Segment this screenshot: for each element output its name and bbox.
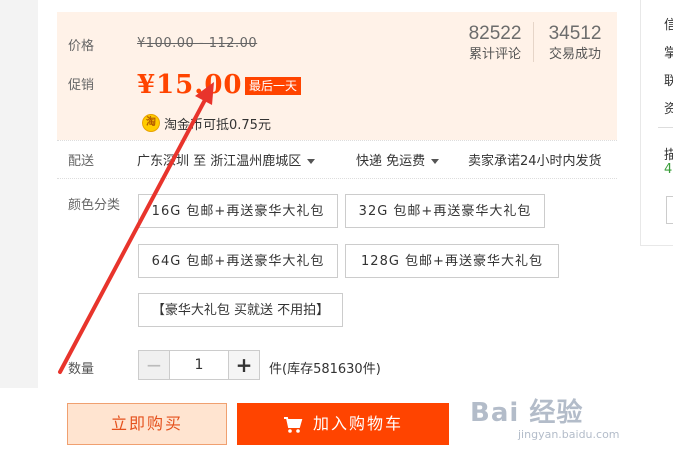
sidebar-rating: 4: [664, 162, 673, 177]
sidebar-button[interactable]: [666, 196, 673, 224]
buy-now-button[interactable]: 立即购买: [67, 403, 227, 445]
price-label: 价格: [68, 39, 95, 54]
shipping-promise: 卖家承诺24小时内发货: [468, 154, 602, 169]
quantity-decrement-button[interactable]: −: [138, 350, 170, 380]
shipping-location: 广东深圳 至 浙江温州鹿城区: [137, 154, 302, 169]
add-to-cart-label: 加入购物车: [312, 414, 403, 433]
sku-option-16g[interactable]: 16G 包邮+再送豪华大礼包: [138, 194, 338, 228]
review-count-stat[interactable]: 82522 累计评论: [462, 22, 528, 64]
deal-count-stat: 34512 交易成功: [542, 22, 608, 64]
shipping-method: 快递 免运费: [356, 154, 426, 169]
sidebar-text: 掌: [664, 46, 673, 61]
deal-count-label: 交易成功: [548, 47, 601, 62]
sidebar-text: 信: [664, 18, 673, 33]
promo-price: ¥15.00: [137, 70, 243, 100]
chevron-down-icon: [307, 159, 316, 164]
sku-option-gift-pack[interactable]: 【豪华大礼包 买就送 不用拍】: [138, 293, 343, 327]
cart-icon: [283, 416, 303, 433]
quantity-label: 数量: [68, 362, 95, 377]
sku-option-64g[interactable]: 64G 包邮+再送豪华大礼包: [138, 244, 338, 278]
promo-label: 促销: [68, 78, 95, 93]
shipping-method-dropdown[interactable]: 快递 免运费: [356, 150, 440, 169]
chevron-down-icon: [431, 159, 440, 164]
stock-text: 件(库存581630件): [269, 362, 381, 377]
sku-label: 颜色分类: [68, 198, 121, 213]
sidebar-text: 资: [664, 102, 673, 117]
taobao-coin-text: 淘金币可抵0.75元: [164, 118, 271, 133]
add-to-cart-button[interactable]: 加入购物车: [237, 403, 449, 445]
quantity-increment-button[interactable]: +: [228, 350, 260, 380]
shipping-label: 配送: [68, 154, 95, 169]
shipping-location-dropdown[interactable]: 广东深圳 至 浙江温州鹿城区: [137, 150, 316, 169]
watermark-url: jingyan.baidu.com: [518, 428, 620, 441]
review-count: 82522: [468, 23, 522, 44]
stat-divider: [533, 22, 534, 62]
sku-option-32g[interactable]: 32G 包邮+再送豪华大礼包: [345, 194, 545, 228]
sidebar-divider: [640, 0, 641, 245]
taobao-coin-icon: 淘: [142, 114, 160, 132]
sidebar-text: 描: [664, 148, 673, 163]
sidebar-text: 联: [664, 74, 673, 89]
sku-option-128g[interactable]: 128G 包邮+再送豪华大礼包: [345, 244, 559, 278]
quantity-input[interactable]: 1: [169, 350, 229, 380]
last-day-badge: 最后一天: [245, 77, 302, 95]
sidebar-bottom-border: [640, 245, 673, 246]
original-price-range: ¥100.00 - 112.00: [137, 36, 258, 51]
left-gutter: [0, 0, 38, 388]
deal-count: 34512: [548, 23, 602, 44]
divider: [57, 140, 617, 141]
sidebar-separator: [658, 127, 673, 128]
baidu-jingyan-watermark: Bai 经验 jingyan.baidu.com: [470, 392, 620, 441]
watermark-logo-text: Bai 经验: [470, 398, 584, 428]
divider: [57, 178, 617, 179]
review-count-label: 累计评论: [468, 47, 521, 62]
